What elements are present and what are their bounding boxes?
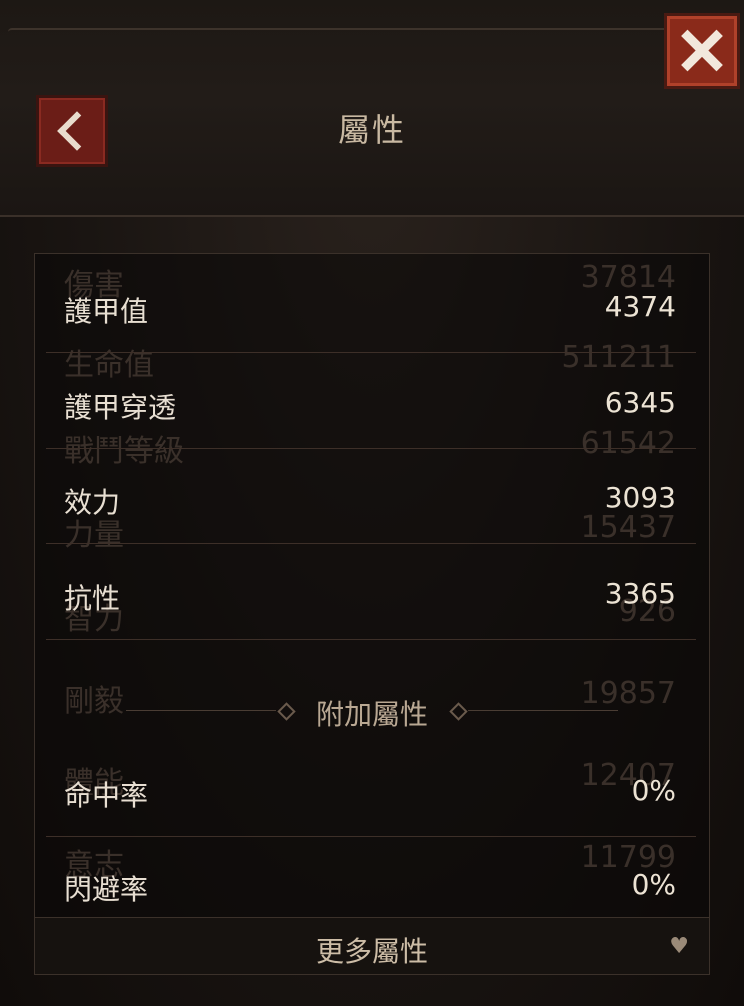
stat-row: 抗性 3365 [64,577,676,617]
stat-label: 護甲值 [64,295,149,328]
stat-row: 護甲值 4374 [64,290,676,330]
stat-label: 抗性 [64,582,121,615]
section-title: 附加屬性 [315,698,428,731]
more-attributes-button[interactable]: 更多屬性 ♥ [34,917,710,975]
ghost-stat-value: 61542 [580,426,676,461]
ghost-stat: 生命值 511211 [64,340,676,383]
row-divider [46,352,696,353]
stat-label: 效力 [64,486,121,519]
stat-value: 4374 [604,290,676,323]
more-attributes-label: 更多屬性 [315,935,428,968]
row-divider [46,543,696,544]
stat-value: 3093 [604,481,676,514]
ghost-stat-value: 511211 [561,340,676,375]
ghost-stat-label: 生命值 [64,348,154,383]
stat-row: 閃避率 0% [64,868,676,908]
stat-row: 命中率 0% [64,774,676,814]
stat-value: 6345 [604,386,676,419]
stat-value: 0% [631,774,676,807]
stat-label: 命中率 [64,779,149,812]
stat-row: 護甲穿透 6345 [64,386,676,426]
stat-value: 3365 [604,577,676,610]
stat-label: 護甲穿透 [64,391,177,424]
page-title: 屬性 [337,111,406,149]
section-header: 附加屬性 [0,693,744,733]
stat-value: 0% [631,868,676,901]
row-divider [46,836,696,837]
stat-row: 效力 3093 [64,481,676,521]
section-line-right [468,710,618,711]
heart-arrow-icon: ♥ [669,934,689,959]
stat-label: 閃避率 [64,873,149,906]
ghost-stat: 戰鬥等級 61542 [64,426,676,469]
row-divider [46,448,696,449]
row-divider [46,639,696,640]
close-button[interactable] [664,13,740,89]
